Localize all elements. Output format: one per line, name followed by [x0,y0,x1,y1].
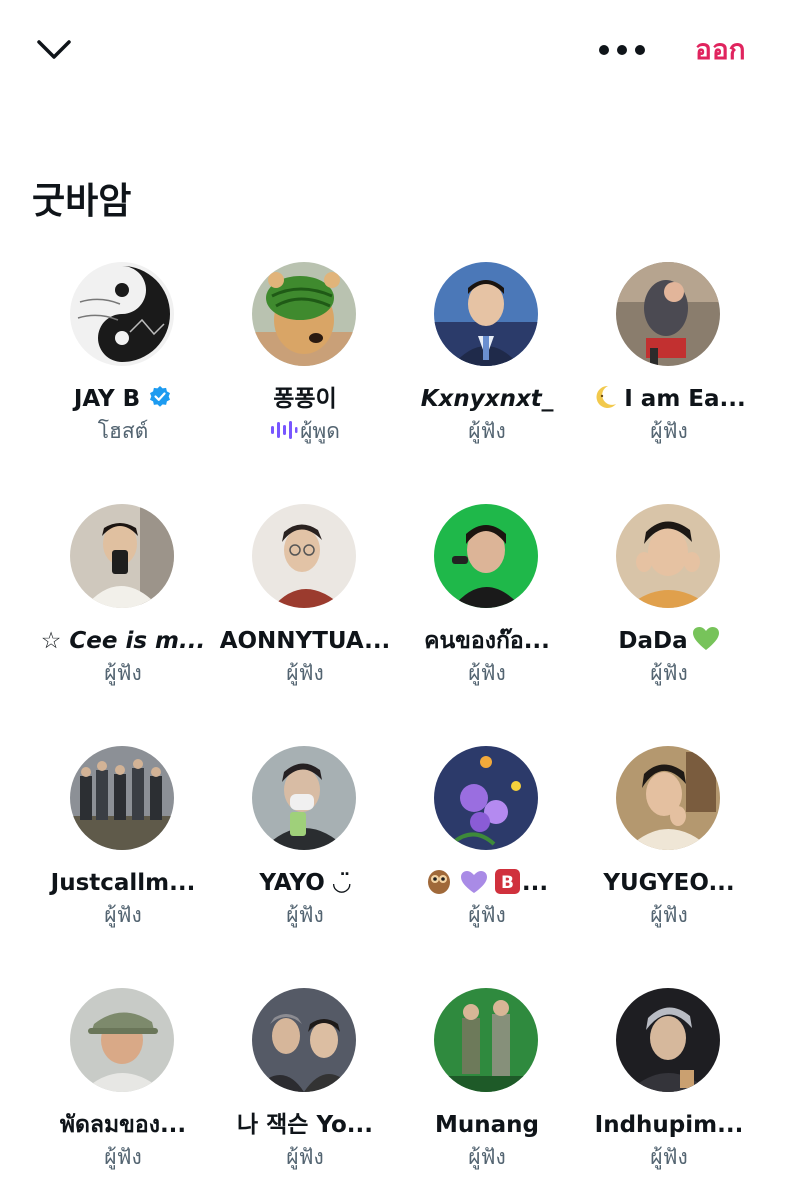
avatar [434,262,538,366]
participant-card[interactable]: I am Ea... ผู้ฟัง [578,262,760,462]
avatar [252,504,356,608]
participant-role: ผู้ฟัง [468,419,506,443]
participant-role: ผู้ฟัง [650,1145,688,1169]
more-icon[interactable] [596,37,648,63]
participant-name: Indhupim... [594,1112,744,1138]
participant-role: ผู้ฟัง [650,903,688,927]
avatar [252,746,356,850]
chevron-down-icon[interactable] [34,34,74,66]
participant-card[interactable]: Kxnyxnxt_ ผู้ฟัง [396,262,578,462]
participant-role: ผู้ฟัง [104,903,142,927]
leave-button[interactable]: ออก [695,30,746,70]
participant-role: ผู้ฟัง [650,419,688,443]
participant-name: พัดลมของ... [59,1112,187,1138]
participant-name: Justcallm... [50,870,196,896]
avatar [616,988,720,1092]
avatar [70,504,174,608]
avatar [252,262,356,366]
participant-name: Munang [435,1112,539,1138]
participant-card[interactable]: พัดลมของ... ผู้ฟัง [32,988,214,1188]
participant-role: ผู้ฟัง [286,1145,324,1169]
participant-name: Kxnyxnxt_ [420,386,554,412]
participant-role: ผู้ฟัง [104,1145,142,1169]
participant-card[interactable]: 퐁퐁이 ผู้พูด [214,262,396,462]
participant-role: ผู้พูด [300,419,340,443]
participant-name: AONNYTUA... [219,628,391,654]
participant-role: ผู้ฟัง [650,661,688,685]
participant-card[interactable]: DaDa ผู้ฟัง [578,504,760,704]
avatar [616,504,720,608]
avatar [70,988,174,1092]
participant-role: โฮสต์ [97,419,149,443]
participant-card[interactable]: Munang ผู้ฟัง [396,988,578,1188]
participant-role: ผู้ฟัง [468,903,506,927]
avatar [616,262,720,366]
space-title: 굿바암 [32,181,132,222]
top-bar: ออก [0,0,789,100]
participant-card[interactable]: ☆ Cee is m... ผู้ฟัง [32,504,214,704]
participant-card[interactable]: YAYO ◡̈ ผู้ฟัง [214,746,396,946]
participant-role: ผู้ฟัง [286,903,324,927]
participant-name: DaDa [618,628,688,654]
participant-name: 나 잭슨 Yo... [236,1112,374,1138]
participant-name: I am Ea... [624,386,746,412]
participant-card[interactable]: คนของก๊อ... ผู้ฟัง [396,504,578,704]
participant-role: ผู้ฟัง [286,661,324,685]
svg-text:B: B [501,873,514,893]
speaking-wave-icon [271,421,298,439]
participant-name: YAYO ◡̈ [259,870,351,896]
participant-name: 퐁퐁이 [273,386,337,412]
participant-role: ผู้ฟัง [468,1145,506,1169]
crescent-moon-emoji [596,385,617,408]
avatar [70,262,174,366]
avatar [70,746,174,850]
participant-name: JAY B [73,386,141,412]
participant-card[interactable]: YUGYEO... ผู้ฟัง [578,746,760,946]
participant-name: YUGYEO... [603,870,735,896]
participant-role: ผู้ฟัง [468,661,506,685]
participant-name: คนของก๊อ... [424,628,550,654]
participant-role: ผู้ฟัง [104,661,142,685]
participant-name: ... [521,870,549,896]
verified-badge-icon [150,386,171,407]
green-heart-emoji [692,627,719,650]
avatar [616,746,720,850]
participant-name: ☆ Cee is m... [40,628,206,654]
avatar [252,988,356,1092]
participant-card[interactable]: 나 잭슨 Yo... ผู้ฟัง [214,988,396,1188]
participant-card[interactable]: Justcallm... ผู้ฟัง [32,746,214,946]
participant-card[interactable]: Indhupim... ผู้ฟัง [578,988,760,1188]
participant-card[interactable]: JAY B โฮสต์ [32,262,214,462]
avatar [434,988,538,1092]
participant-card[interactable]: AONNYTUA... ผู้ฟัง [214,504,396,704]
avatar [434,746,538,850]
participant-card[interactable]: B ... ผู้ฟัง [396,746,578,946]
avatar [434,504,538,608]
owl-purple-heart-b-emoji: B [427,869,520,894]
